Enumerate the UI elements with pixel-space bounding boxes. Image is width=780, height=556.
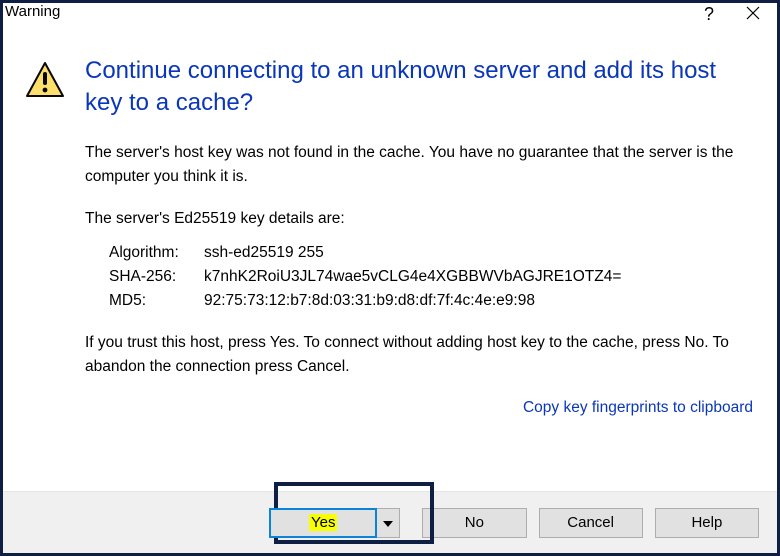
dialog-content: Continue connecting to an unknown server… — [3, 31, 777, 491]
help-button[interactable]: Help — [655, 508, 759, 538]
key-value: k7nhK2RoiU3JL74wae5vCLG4e4XGBBWVbAGJRE1O… — [204, 265, 755, 289]
window-title: Warning — [5, 3, 687, 20]
close-icon — [746, 3, 760, 24]
warning-dialog: Warning ? Continue connecti — [0, 0, 780, 556]
titlebar: Warning ? — [3, 3, 777, 31]
key-row-md5: MD5: 92:75:73:12:b7:8d:03:31:b9:d8:df:7f… — [109, 289, 755, 313]
copy-fingerprints-area: Copy key fingerprints to clipboard — [85, 397, 755, 417]
paragraph-instructions: If you trust this host, press Yes. To co… — [85, 331, 755, 379]
key-row-algorithm: Algorithm: ssh-ed25519 255 — [109, 241, 755, 265]
yes-button-label: Yes — [309, 514, 337, 531]
warning-triangle-icon — [25, 61, 65, 103]
yes-split-button: Yes — [269, 508, 400, 538]
key-details-table: Algorithm: ssh-ed25519 255 SHA-256: k7nh… — [109, 241, 755, 313]
chevron-down-icon — [383, 514, 393, 531]
yes-dropdown-button[interactable] — [376, 508, 400, 538]
help-icon: ? — [704, 3, 714, 25]
key-label: Algorithm: — [109, 241, 204, 265]
key-label: SHA-256: — [109, 265, 204, 289]
titlebar-help-button[interactable]: ? — [687, 3, 731, 31]
copy-fingerprints-link[interactable]: Copy key fingerprints to clipboard — [523, 399, 753, 416]
paragraph-cache-warning: The server's host key was not found in t… — [85, 141, 755, 189]
key-row-sha256: SHA-256: k7nhK2RoiU3JL74wae5vCLG4e4XGBBW… — [109, 265, 755, 289]
yes-button[interactable]: Yes — [269, 508, 377, 538]
key-label: MD5: — [109, 289, 204, 313]
key-value: 92:75:73:12:b7:8d:03:31:b9:d8:df:7f:4c:4… — [204, 289, 755, 313]
no-button[interactable]: No — [422, 508, 526, 538]
key-value: ssh-ed25519 255 — [204, 241, 755, 265]
paragraph-key-intro: The server's Ed25519 key details are: — [85, 207, 755, 231]
titlebar-close-button[interactable] — [731, 3, 775, 31]
button-bar: Yes No Cancel Help — [3, 491, 777, 553]
cancel-button[interactable]: Cancel — [539, 508, 643, 538]
dialog-heading: Continue connecting to an unknown server… — [85, 55, 755, 119]
